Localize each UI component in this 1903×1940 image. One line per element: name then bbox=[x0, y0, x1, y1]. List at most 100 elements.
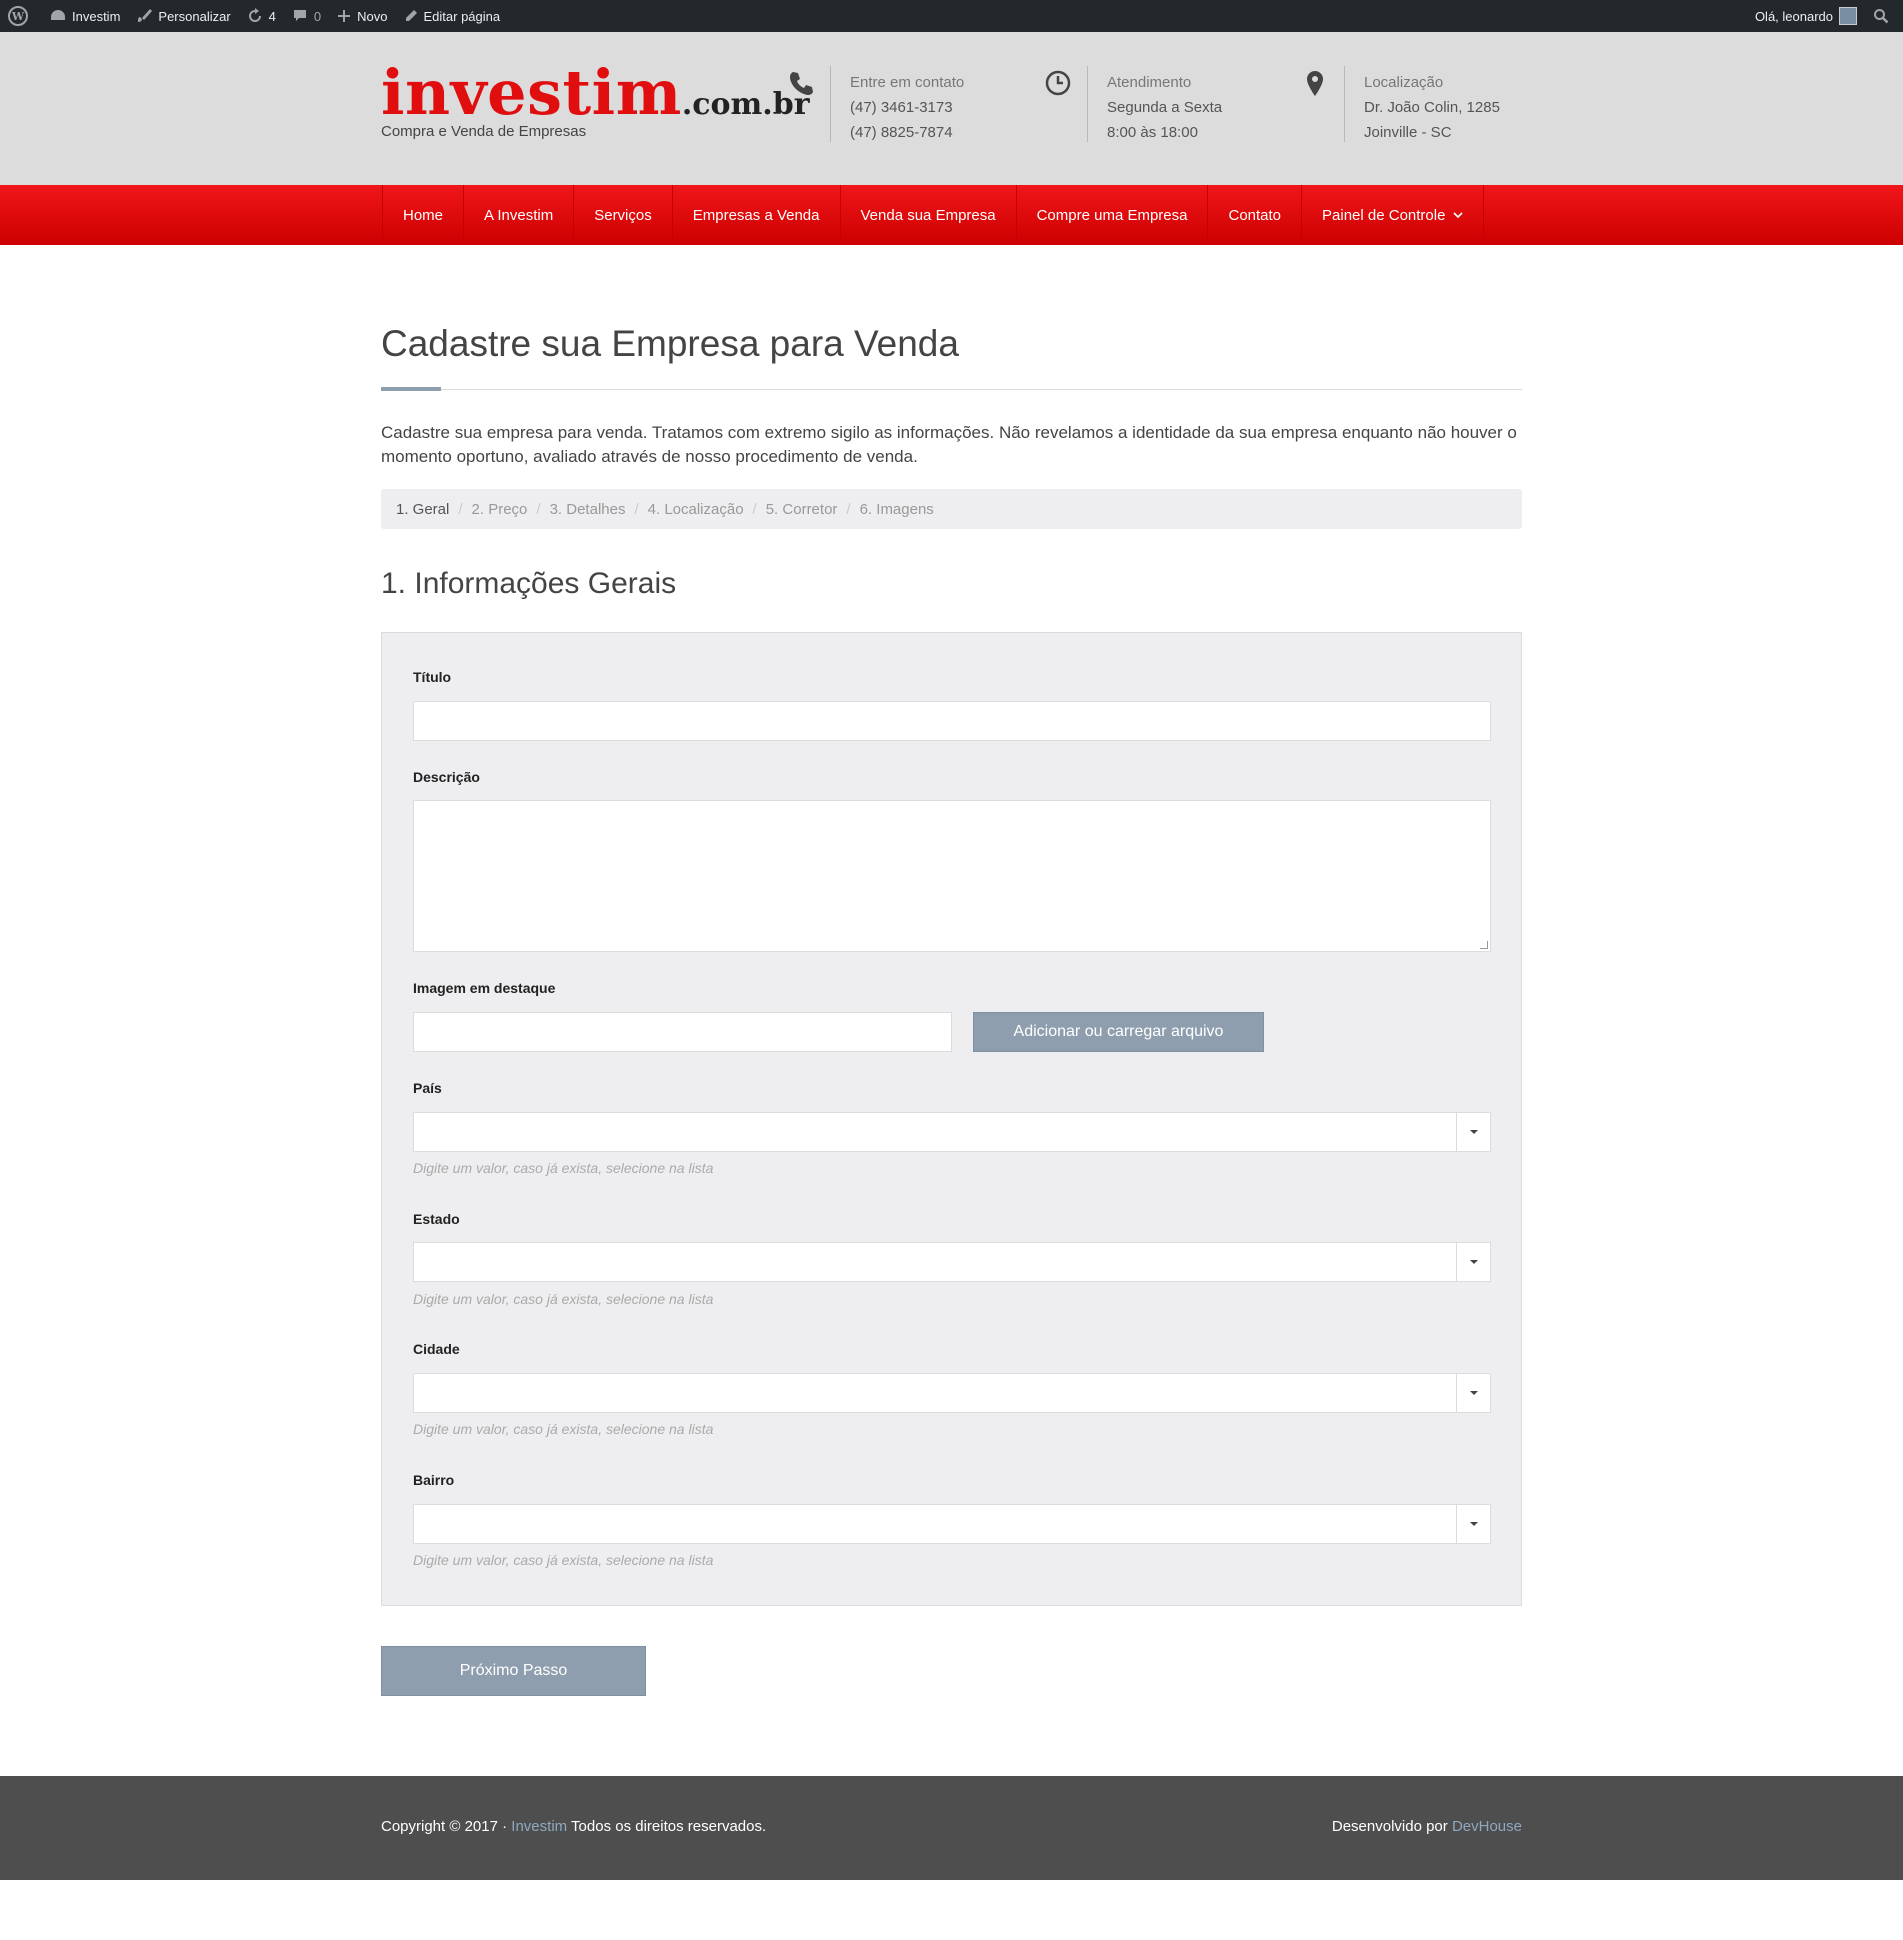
map-pin-icon bbox=[1307, 71, 1323, 96]
estado-select[interactable] bbox=[413, 1242, 1491, 1282]
address-street: Dr. João Colin, 1285 bbox=[1364, 99, 1500, 116]
plus-icon bbox=[338, 10, 351, 22]
edit-page-label: Editar página bbox=[423, 8, 501, 24]
nav-home[interactable]: Home bbox=[383, 185, 465, 245]
next-step-button[interactable]: Próximo Passo bbox=[381, 1646, 646, 1696]
cidade-select[interactable] bbox=[413, 1373, 1491, 1413]
customize-link[interactable]: Personalizar bbox=[128, 0, 238, 32]
nav-a-investim[interactable]: A Investim bbox=[464, 185, 575, 245]
pais-help-text: Digite um valor, caso já exista, selecio… bbox=[413, 1160, 714, 1176]
step-corretor[interactable]: 5. Corretor bbox=[766, 501, 838, 518]
dashboard-icon bbox=[51, 10, 65, 20]
descricao-textarea[interactable] bbox=[413, 800, 1491, 952]
developer-credit: Desenvolvido por DevHouse bbox=[1332, 1818, 1522, 1835]
new-label: Novo bbox=[357, 8, 388, 24]
site-name-label: Investim bbox=[72, 8, 121, 24]
section-title: 1. Informações Gerais bbox=[381, 567, 677, 600]
avatar bbox=[1839, 7, 1857, 25]
copyright: Copyright © 2017 · Investim Todos os dir… bbox=[381, 1818, 766, 1835]
step-separator: / bbox=[458, 500, 463, 518]
imagem-label: Imagem em destaque bbox=[413, 980, 556, 996]
intro-text: Cadastre sua empresa para venda. Tratamo… bbox=[381, 423, 1517, 466]
upload-file-button[interactable]: Adicionar ou carregar arquivo bbox=[973, 1012, 1264, 1052]
wordpress-menu[interactable]: W bbox=[0, 0, 42, 32]
titulo-input[interactable] bbox=[413, 701, 1491, 741]
comment-icon bbox=[293, 10, 306, 21]
imagem-input[interactable] bbox=[413, 1012, 952, 1052]
step-preco[interactable]: 2. Preço bbox=[472, 501, 528, 518]
bairro-select[interactable] bbox=[413, 1504, 1491, 1544]
pais-label: País bbox=[413, 1080, 442, 1096]
nav-servicos[interactable]: Serviços bbox=[574, 185, 673, 245]
step-separator: / bbox=[634, 500, 639, 518]
site-footer: Copyright © 2017 · Investim Todos os dir… bbox=[0, 1776, 1903, 1880]
page-title: Cadastre sua Empresa para Venda bbox=[381, 323, 959, 364]
dev-prefix: Desenvolvido por bbox=[1331, 1818, 1452, 1835]
general-info-form: Título Descrição Imagem em destaque Adic… bbox=[381, 632, 1522, 1606]
step-separator: / bbox=[846, 500, 851, 518]
hours-days: Segunda a Sexta bbox=[1107, 99, 1223, 116]
nav-contato[interactable]: Contato bbox=[1208, 185, 1303, 245]
caret-down-icon bbox=[1469, 1522, 1478, 1526]
search-icon bbox=[1874, 9, 1889, 24]
site-tagline: Compra e Venda de Empresas bbox=[381, 123, 587, 140]
edit-page-link[interactable]: Editar página bbox=[396, 0, 509, 32]
site-name-link[interactable]: Investim bbox=[42, 0, 128, 32]
estado-dropdown-toggle[interactable] bbox=[1456, 1243, 1490, 1281]
svg-text:W: W bbox=[11, 10, 25, 23]
hours-separator bbox=[1087, 66, 1088, 142]
comments-count: 0 bbox=[313, 8, 322, 24]
brush-icon bbox=[138, 9, 153, 22]
nav-compre-uma-empresa[interactable]: Compre uma Empresa bbox=[1017, 185, 1209, 245]
contact-label: Entre em contato bbox=[850, 74, 965, 91]
comments-link[interactable]: 0 bbox=[284, 0, 329, 32]
refresh-icon bbox=[248, 8, 261, 22]
clock-icon bbox=[1045, 70, 1071, 96]
step-geral[interactable]: 1. Geral bbox=[396, 501, 449, 518]
cidade-help-text: Digite um valor, caso já exista, selecio… bbox=[413, 1421, 714, 1437]
new-content-link[interactable]: Novo bbox=[329, 0, 395, 32]
copyright-text: Copyright © 2017 · bbox=[381, 1818, 512, 1835]
title-accent-bar bbox=[381, 387, 441, 391]
logo-main-text: investim bbox=[381, 56, 682, 129]
account-menu[interactable]: Olá, leonardo bbox=[1747, 0, 1865, 32]
hours-label: Atendimento bbox=[1107, 74, 1192, 91]
location-label: Localização bbox=[1364, 74, 1444, 91]
estado-label: Estado bbox=[413, 1211, 460, 1227]
updates-count: 4 bbox=[268, 8, 276, 24]
nav-venda-sua-empresa[interactable]: Venda sua Empresa bbox=[841, 185, 1017, 245]
resize-handle[interactable] bbox=[1480, 941, 1488, 949]
updates-link[interactable]: 4 bbox=[239, 0, 284, 32]
pais-dropdown-toggle[interactable] bbox=[1456, 1113, 1490, 1151]
pais-select[interactable] bbox=[413, 1112, 1491, 1152]
bairro-help-text: Digite um valor, caso já exista, selecio… bbox=[413, 1552, 714, 1568]
footer-site-link[interactable]: Investim bbox=[511, 1818, 567, 1835]
caret-down-icon bbox=[1469, 1130, 1478, 1134]
rights-text: Todos os direitos reservados. bbox=[567, 1818, 767, 1835]
step-localizacao[interactable]: 4. Localização bbox=[648, 501, 744, 518]
step-detalhes[interactable]: 3. Detalhes bbox=[550, 501, 626, 518]
step-separator: / bbox=[536, 500, 541, 518]
customize-label: Personalizar bbox=[158, 8, 231, 24]
cidade-dropdown-toggle[interactable] bbox=[1456, 1374, 1490, 1412]
phone-icon bbox=[790, 72, 813, 95]
phone-1: (47) 3461-3173 bbox=[850, 99, 953, 116]
step-breadcrumb: 1. Geral / 2. Preço / 3. Detalhes / 4. L… bbox=[381, 489, 1522, 529]
step-imagens[interactable]: 6. Imagens bbox=[860, 501, 934, 518]
estado-help-text: Digite um valor, caso já exista, selecio… bbox=[413, 1291, 714, 1307]
site-logo[interactable]: investim.com.br bbox=[381, 62, 810, 124]
bairro-dropdown-toggle[interactable] bbox=[1456, 1505, 1490, 1543]
hours-time: 8:00 às 18:00 bbox=[1107, 124, 1198, 141]
nav-painel-de-controle[interactable]: Painel de Controle bbox=[1302, 185, 1485, 245]
phone-2: (47) 8825-7874 bbox=[850, 124, 953, 141]
title-divider bbox=[381, 389, 1522, 390]
pencil-icon bbox=[405, 10, 417, 21]
chevron-down-icon bbox=[1453, 212, 1464, 219]
address-city: Joinville - SC bbox=[1364, 124, 1452, 141]
site-header: investim.com.br Compra e Venda de Empres… bbox=[0, 32, 1903, 185]
nav-empresas-a-venda[interactable]: Empresas a Venda bbox=[673, 185, 841, 245]
nav-painel-label: Painel de Controle bbox=[1322, 206, 1446, 224]
admin-search[interactable] bbox=[1865, 0, 1903, 32]
admin-bar: W Investim Personalizar 4 0 Novo Editar … bbox=[0, 0, 1903, 32]
developer-link[interactable]: DevHouse bbox=[1452, 1818, 1522, 1835]
